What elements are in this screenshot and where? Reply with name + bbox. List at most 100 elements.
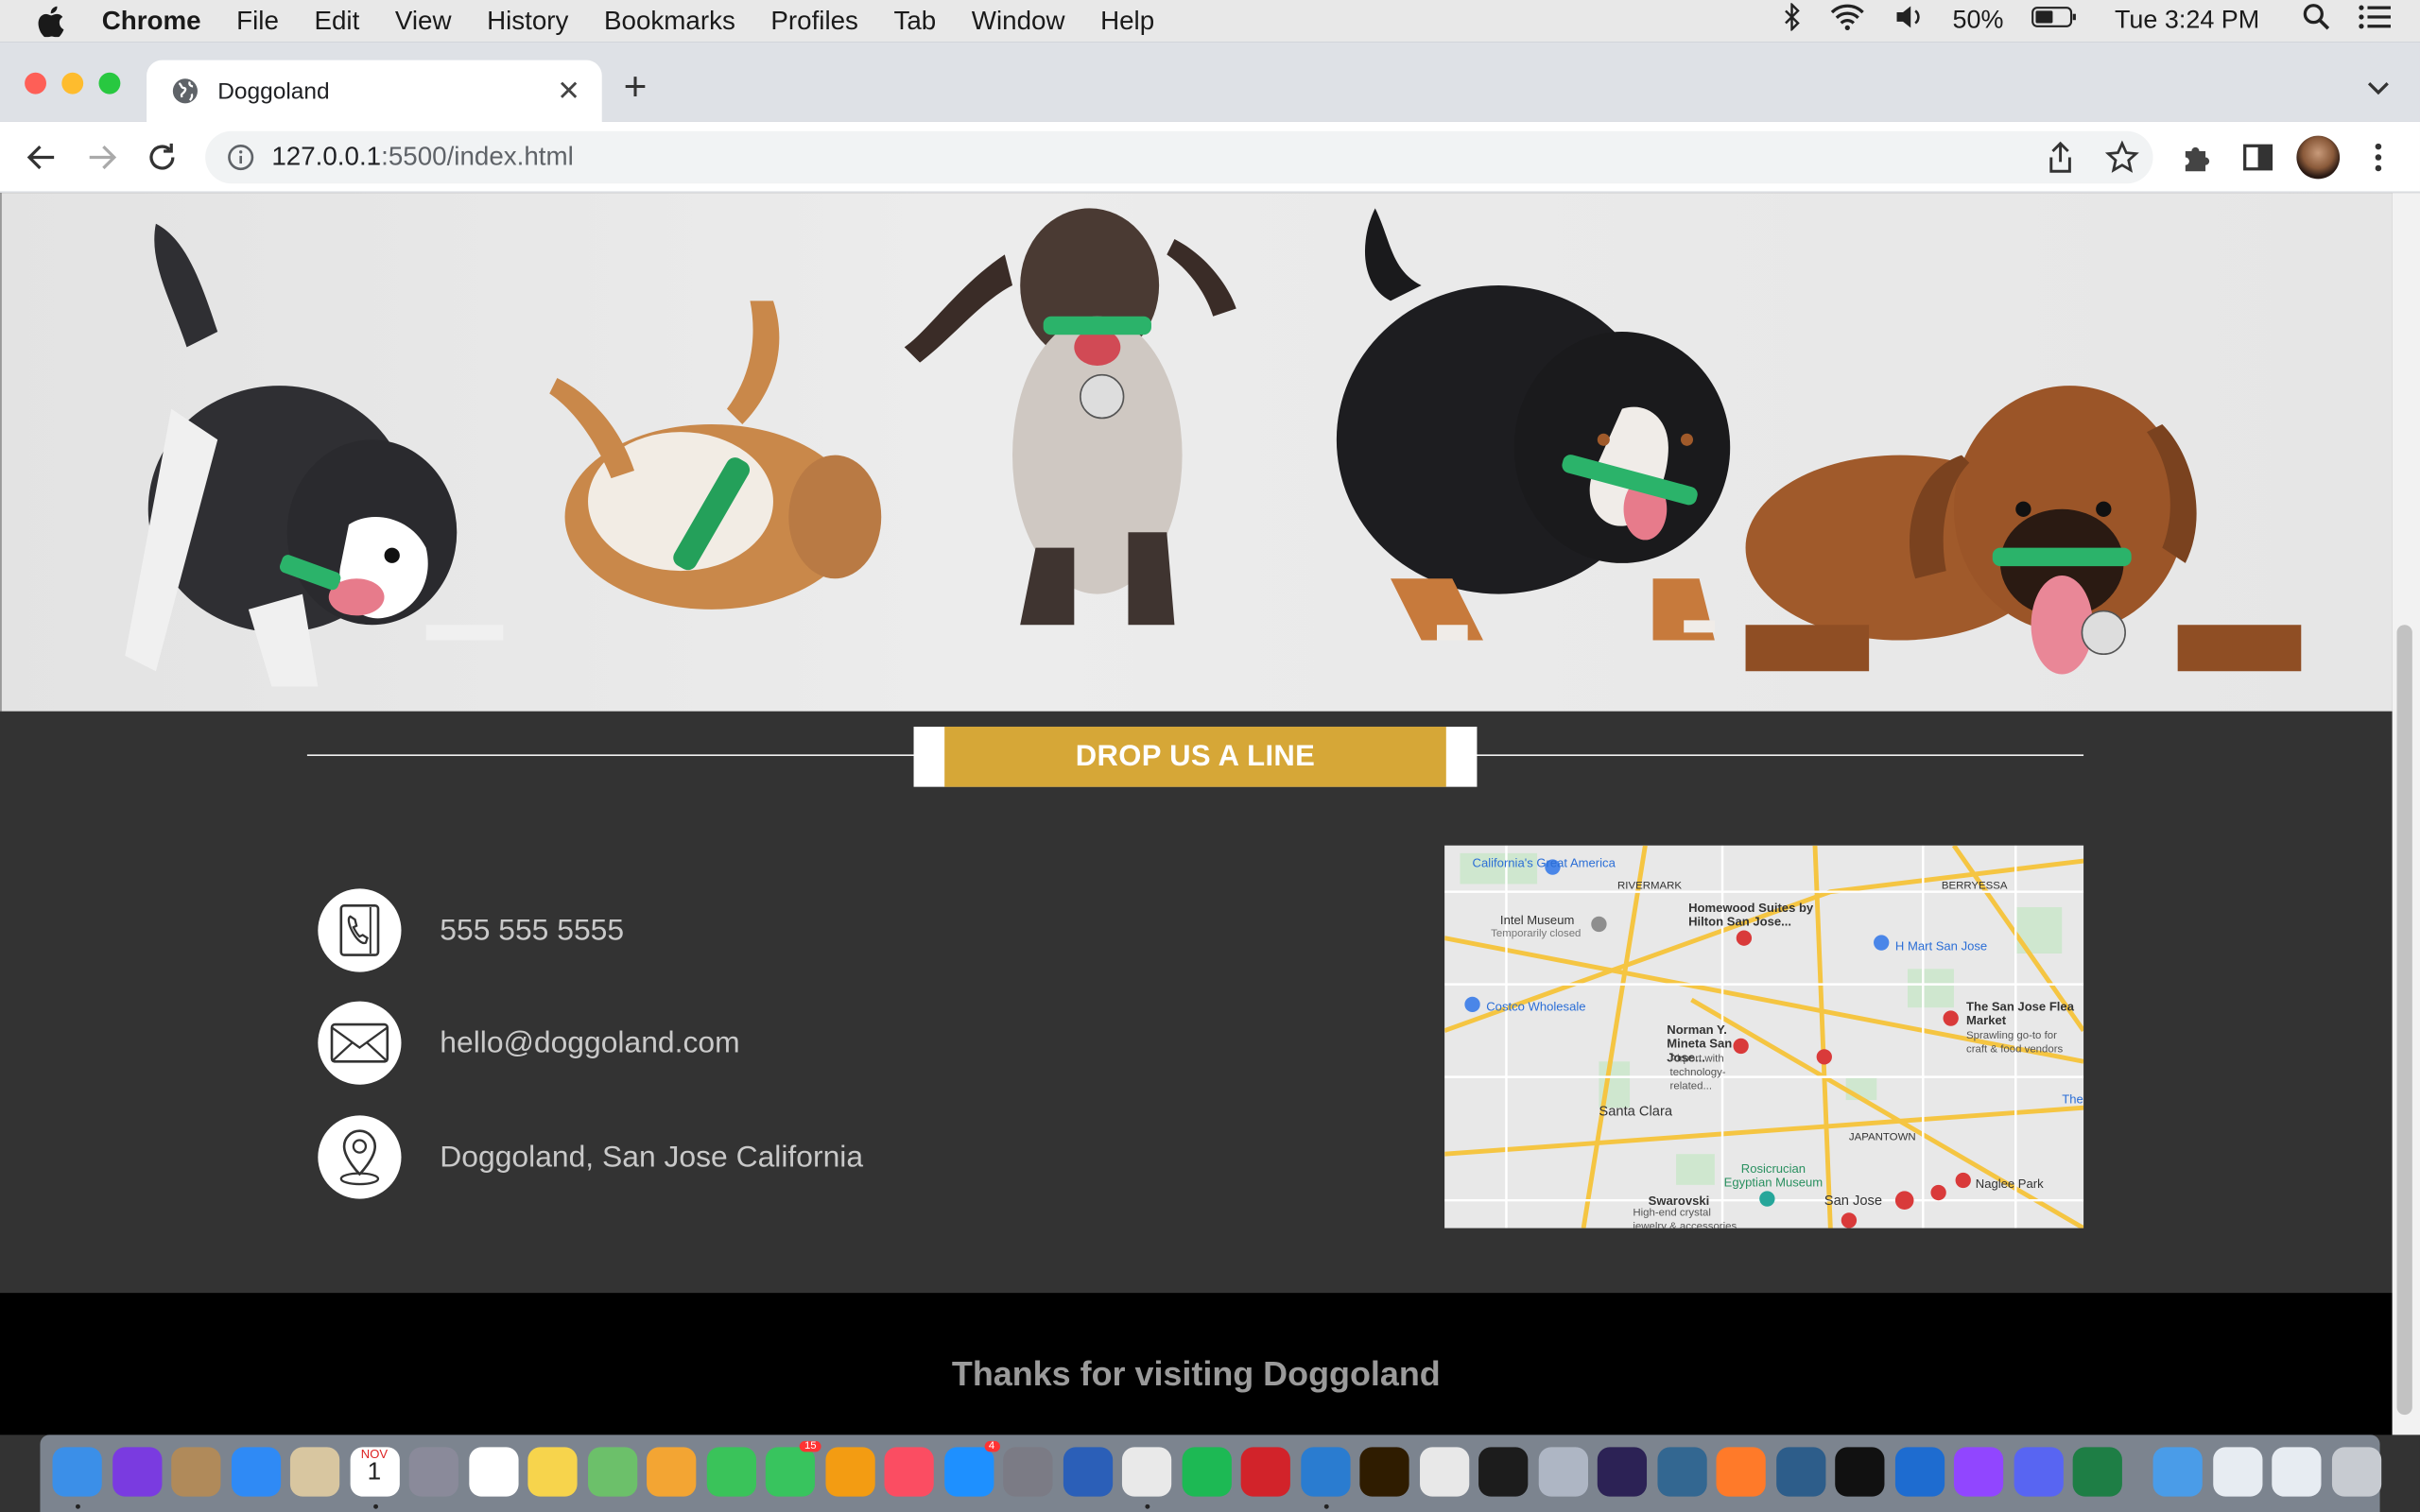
dock-discord-icon[interactable]	[2013, 1447, 2064, 1497]
chrome-menu-icon[interactable]	[2366, 141, 2391, 175]
wifi-icon[interactable]	[1829, 3, 1866, 39]
window-minimize-button[interactable]	[61, 72, 84, 94]
dock-app-store-icon[interactable]: 4	[943, 1440, 1000, 1497]
contact-phone[interactable]: 555 555 5555	[318, 888, 624, 972]
battery-percent: 50%	[1952, 6, 2004, 34]
dock-word-icon[interactable]	[1063, 1447, 1113, 1497]
dock-spotify-icon[interactable]	[1181, 1447, 1232, 1497]
dock-illustrator-icon[interactable]	[1359, 1447, 1409, 1497]
menu-profiles[interactable]: Profiles	[770, 6, 858, 37]
dock-chrome-icon[interactable]	[1121, 1447, 1172, 1497]
site-info-icon[interactable]	[227, 144, 254, 171]
window-close-button[interactable]	[25, 72, 46, 94]
menu-help[interactable]: Help	[1100, 6, 1154, 37]
contact-address[interactable]: Doggoland, San Jose California	[318, 1115, 863, 1199]
map-label-santa-clara: Santa Clara	[1599, 1103, 1673, 1119]
dock-sublime-icon[interactable]	[1716, 1447, 1766, 1497]
dock-messages-icon[interactable]	[705, 1447, 756, 1497]
map-label-berryessa: BERRYESSA	[1941, 881, 2008, 892]
dock-intellij-icon[interactable]	[1835, 1447, 1885, 1497]
phone-number[interactable]: 555 555 5555	[440, 913, 624, 949]
dock-maps-icon[interactable]	[587, 1447, 637, 1497]
dock-trash-icon[interactable]	[2331, 1447, 2381, 1497]
apple-menu-icon[interactable]	[37, 5, 68, 37]
dog-border-collie	[125, 223, 504, 687]
dock-utility-icon[interactable]	[1537, 1447, 1588, 1497]
contact-email[interactable]: hello@doggoland.com	[318, 1001, 740, 1085]
dock-finder-icon[interactable]	[52, 1447, 102, 1497]
menu-edit[interactable]: Edit	[314, 6, 359, 37]
dock-books-icon[interactable]	[824, 1447, 874, 1497]
dock-sourcetree-icon[interactable]	[1894, 1447, 1945, 1497]
bookmark-star-icon[interactable]	[2104, 140, 2139, 175]
dock-terminal-icon[interactable]	[1478, 1447, 1529, 1497]
forward-arrow-icon[interactable]	[85, 141, 119, 175]
macos-dock: NOV 1 15 4	[40, 1435, 2381, 1512]
section-heading: DROP US A LINE	[944, 726, 1446, 787]
dock-textedit-icon[interactable]	[1419, 1447, 1469, 1497]
map-label-rosicrucian: Rosicrucian Egyptian Museum	[1723, 1161, 1824, 1190]
dock-screenshot-icon[interactable]	[2212, 1447, 2262, 1497]
battery-icon[interactable]	[2031, 5, 2078, 37]
menu-file[interactable]: File	[236, 6, 279, 37]
profile-avatar[interactable]	[2296, 135, 2341, 180]
dock-photos-icon[interactable]	[647, 1447, 697, 1497]
map-label-mineta-sub: Airport with technology-related...	[1669, 1054, 1726, 1092]
extensions-puzzle-icon[interactable]	[2179, 141, 2213, 175]
dock-launchpad-icon[interactable]	[408, 1447, 458, 1497]
reload-icon[interactable]	[145, 141, 179, 175]
bluetooth-icon[interactable]	[1783, 1, 1802, 39]
dock-running-indicator	[1322, 1503, 1328, 1509]
dock-reminders-icon[interactable]	[468, 1447, 518, 1497]
window-zoom-button[interactable]	[98, 72, 121, 94]
dock-calendar-icon[interactable]: NOV 1	[349, 1447, 400, 1497]
dock-twitch-icon[interactable]	[1953, 1447, 2004, 1497]
dock-mysql-icon[interactable]	[1775, 1447, 1825, 1497]
street-address[interactable]: Doggoland, San Jose California	[440, 1140, 863, 1176]
map-label-intel: Intel Museum	[1499, 913, 1575, 928]
tab-close-icon[interactable]: ✕	[557, 77, 580, 105]
dock-facetime-icon[interactable]: 15	[765, 1440, 821, 1497]
menu-window[interactable]: Window	[972, 6, 1065, 37]
dock-excel-icon[interactable]	[2072, 1447, 2122, 1497]
control-center-icon[interactable]	[2359, 5, 2393, 37]
address-bar[interactable]: 127.0.0.1:5500/index.html	[205, 130, 2153, 184]
dock-eclipse-icon[interactable]	[1597, 1447, 1648, 1497]
hero-dogs-image	[0, 193, 2393, 712]
footer-text: Thanks for visiting Doggoland	[951, 1354, 1441, 1394]
screen: Chrome File Edit View History Bookmarks …	[0, 0, 2420, 1512]
dock-music-icon[interactable]	[884, 1447, 934, 1497]
menu-history[interactable]: History	[487, 6, 568, 37]
back-arrow-icon[interactable]	[25, 141, 59, 175]
dock-postgres-icon[interactable]	[1656, 1447, 1706, 1497]
google-map-embed[interactable]: California's Great America RIVERMARK BER…	[1444, 845, 2084, 1228]
dock-screenshot-2-icon[interactable]	[2272, 1447, 2322, 1497]
page-scrollbar-thumb[interactable]	[2396, 625, 2412, 1416]
menu-tab[interactable]: Tab	[893, 6, 936, 37]
email-address[interactable]: hello@doggoland.com	[440, 1025, 739, 1061]
dog-spaniel	[904, 208, 1236, 626]
menu-app-name[interactable]: Chrome	[102, 6, 201, 37]
volume-icon[interactable]	[1893, 3, 1925, 39]
dock-notes-icon[interactable]	[527, 1447, 578, 1497]
map-label-hmart: H Mart San Jose	[1894, 939, 1988, 954]
menu-view[interactable]: View	[395, 6, 452, 37]
tab-doggoland[interactable]: Doggoland ✕	[147, 60, 602, 122]
dock-vscode-icon[interactable]	[1300, 1447, 1350, 1497]
dock-preview-icon[interactable]	[289, 1447, 340, 1497]
spotlight-search-icon[interactable]	[2303, 3, 2330, 39]
new-tab-button[interactable]: +	[624, 66, 648, 106]
share-icon[interactable]	[2047, 141, 2074, 175]
dock-acrobat-icon[interactable]	[1240, 1447, 1290, 1497]
menubar-clock[interactable]: Tue 3:24 PM	[2115, 7, 2259, 36]
tab-search-chevron-icon[interactable]	[2367, 76, 2389, 103]
dock-downloads-icon[interactable]	[2152, 1447, 2203, 1497]
dock-system-preferences-icon[interactable]	[1003, 1447, 1053, 1497]
dock-siri-icon[interactable]	[112, 1447, 162, 1497]
map-label-san-jose: San Jose	[1824, 1193, 1883, 1209]
side-panel-icon[interactable]	[2241, 141, 2275, 175]
map-label-naglee: Naglee Park	[1975, 1177, 2044, 1192]
menu-bookmarks[interactable]: Bookmarks	[604, 6, 735, 37]
dock-safari-icon[interactable]	[231, 1447, 281, 1497]
dock-notefile-icon[interactable]	[171, 1447, 221, 1497]
